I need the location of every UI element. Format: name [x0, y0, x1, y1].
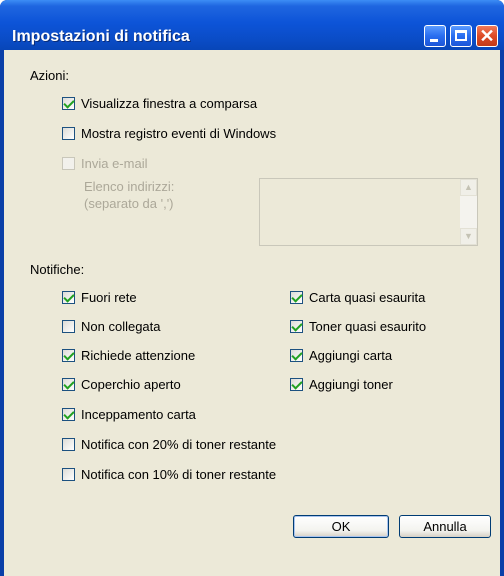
close-icon: ✕	[479, 26, 495, 46]
address-list-textarea: ▲ ▼	[259, 178, 478, 246]
toner20-label: Notifica con 20% di toner restante	[81, 436, 277, 452]
actions-section-label: Azioni:	[30, 68, 70, 83]
toner-low-checkbox-row[interactable]: Toner quasi esaurito	[290, 318, 426, 334]
eventlog-label: Mostra registro eventi di Windows	[81, 125, 277, 141]
email-checkbox	[62, 156, 75, 170]
address-list-label: Elenco indirizzi:	[84, 179, 175, 194]
popup-checkbox[interactable]	[62, 96, 75, 110]
title-bar[interactable]: Impostazioni di notifica ✕	[0, 0, 504, 50]
paper-jam-checkbox[interactable]	[62, 407, 75, 421]
window-title: Impostazioni di notifica	[12, 28, 190, 45]
not-connected-checkbox[interactable]	[62, 319, 75, 333]
notifications-section-label: Notifiche:	[30, 262, 85, 277]
add-toner-checkbox-row[interactable]: Aggiungi toner	[290, 376, 393, 392]
paper-jam-label: Inceppamento carta	[81, 406, 196, 422]
toner10-checkbox[interactable]	[62, 467, 75, 481]
paper-low-checkbox-row[interactable]: Carta quasi esaurita	[290, 289, 425, 305]
attention-checkbox-row[interactable]: Richiede attenzione	[62, 347, 195, 363]
cover-open-checkbox-row[interactable]: Coperchio aperto	[62, 376, 181, 392]
not-connected-label: Non collegata	[81, 318, 161, 334]
maximize-icon	[455, 30, 467, 41]
eventlog-checkbox-row[interactable]: Mostra registro eventi di Windows	[62, 125, 276, 141]
toner10-checkbox-row[interactable]: Notifica con 10% di toner restante	[62, 466, 276, 482]
toner20-checkbox-row[interactable]: Notifica con 20% di toner restante	[62, 436, 276, 452]
address-list-hint: (separato da ',')	[84, 196, 174, 211]
scroll-up-icon: ▲	[460, 179, 477, 196]
eventlog-checkbox[interactable]	[62, 126, 75, 140]
toner-low-label: Toner quasi esaurito	[309, 318, 427, 334]
attention-checkbox[interactable]	[62, 348, 75, 362]
email-checkbox-row: Invia e-mail	[62, 155, 147, 171]
maximize-button[interactable]	[450, 25, 472, 47]
dialog-client-area: Azioni: Visualizza finestra a comparsa M…	[4, 50, 500, 576]
paper-jam-checkbox-row[interactable]: Inceppamento carta	[62, 406, 196, 422]
minimize-icon	[430, 39, 438, 42]
offline-checkbox-row[interactable]: Fuori rete	[62, 289, 137, 305]
close-button[interactable]: ✕	[476, 25, 498, 47]
scroll-down-icon: ▼	[460, 228, 477, 245]
add-toner-checkbox[interactable]	[290, 377, 303, 391]
paper-low-checkbox[interactable]	[290, 290, 303, 304]
email-label: Invia e-mail	[81, 155, 148, 171]
offline-checkbox[interactable]	[62, 290, 75, 304]
add-paper-checkbox[interactable]	[290, 348, 303, 362]
address-scrollbar: ▲ ▼	[460, 179, 477, 245]
toner-low-checkbox[interactable]	[290, 319, 303, 333]
attention-label: Richiede attenzione	[81, 347, 196, 363]
cancel-button[interactable]: Annulla	[399, 515, 491, 538]
not-connected-checkbox-row[interactable]: Non collegata	[62, 318, 161, 334]
ok-button[interactable]: OK	[293, 515, 389, 538]
add-toner-label: Aggiungi toner	[309, 376, 393, 392]
cover-open-label: Coperchio aperto	[81, 376, 181, 392]
cover-open-checkbox[interactable]	[62, 377, 75, 391]
minimize-button[interactable]	[424, 25, 446, 47]
popup-checkbox-row[interactable]: Visualizza finestra a comparsa	[62, 95, 257, 111]
popup-label: Visualizza finestra a comparsa	[81, 95, 258, 111]
toner20-checkbox[interactable]	[62, 437, 75, 451]
paper-low-label: Carta quasi esaurita	[309, 289, 426, 305]
toner10-label: Notifica con 10% di toner restante	[81, 466, 277, 482]
add-paper-label: Aggiungi carta	[309, 347, 393, 363]
add-paper-checkbox-row[interactable]: Aggiungi carta	[290, 347, 392, 363]
offline-label: Fuori rete	[81, 289, 137, 305]
notification-settings-window: Impostazioni di notifica ✕ Azioni: Visua…	[0, 0, 504, 576]
